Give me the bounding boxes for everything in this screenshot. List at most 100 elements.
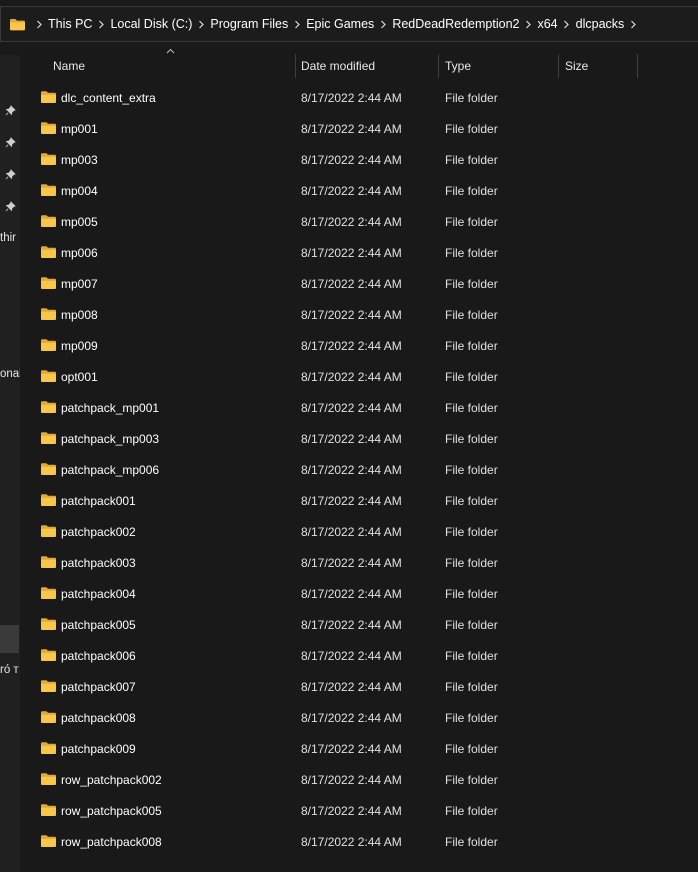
file-row[interactable]: mp007 8/17/2022 2:44 AM File folder	[20, 268, 698, 299]
file-row[interactable]: mp001 8/17/2022 2:44 AM File folder	[20, 113, 698, 144]
file-explorer-window: This PC Local Disk (C:) Program Files Ep…	[0, 0, 698, 872]
file-type: File folder	[445, 494, 498, 508]
navigation-pane[interactable]: thir onal ró т	[0, 55, 20, 872]
column-header-size[interactable]: Size	[565, 59, 588, 73]
file-date-modified: 8/17/2022 2:44 AM	[301, 494, 402, 508]
breadcrumb-reddeadredemption2[interactable]: RedDeadRedemption2	[392, 17, 519, 31]
file-name: mp004	[61, 184, 98, 198]
file-row[interactable]: patchpack001 8/17/2022 2:44 AM File fold…	[20, 485, 698, 516]
folder-icon	[41, 215, 56, 227]
file-row[interactable]: patchpack009 8/17/2022 2:44 AM File fold…	[20, 733, 698, 764]
file-row[interactable]: row_patchpack002 8/17/2022 2:44 AM File …	[20, 764, 698, 795]
file-name: patchpack_mp001	[61, 401, 160, 415]
file-date-modified: 8/17/2022 2:44 AM	[301, 122, 402, 136]
column-header-date-modified[interactable]: Date modified	[301, 59, 375, 73]
file-row[interactable]: patchpack_mp001 8/17/2022 2:44 AM File f…	[20, 392, 698, 423]
file-name: patchpack003	[61, 556, 136, 570]
address-bar[interactable]: This PC Local Disk (C:) Program Files Ep…	[0, 6, 698, 42]
file-name: patchpack_mp003	[61, 432, 160, 446]
file-row[interactable]: patchpack002 8/17/2022 2:44 AM File fold…	[20, 516, 698, 547]
file-type: File folder	[445, 401, 498, 415]
column-header-type[interactable]: Type	[445, 59, 471, 73]
breadcrumb-program-files[interactable]: Program Files	[210, 17, 288, 31]
file-row[interactable]: patchpack004 8/17/2022 2:44 AM File fold…	[20, 578, 698, 609]
nav-item-fragment[interactable]: onal	[0, 368, 20, 380]
file-row[interactable]: row_patchpack005 8/17/2022 2:44 AM File …	[20, 795, 698, 826]
nav-item-fragment[interactable]: thir	[0, 232, 16, 244]
file-type: File folder	[445, 649, 498, 663]
pin-icon[interactable]	[5, 201, 16, 212]
file-row[interactable]: patchpack003 8/17/2022 2:44 AM File fold…	[20, 547, 698, 578]
breadcrumb-x64[interactable]: x64	[537, 17, 557, 31]
chevron-right-icon[interactable]	[558, 18, 576, 30]
file-row[interactable]: patchpack008 8/17/2022 2:44 AM File fold…	[20, 702, 698, 733]
file-date-modified: 8/17/2022 2:44 AM	[301, 339, 402, 353]
folder-icon	[41, 339, 56, 351]
file-row[interactable]: dlc_content_extra 8/17/2022 2:44 AM File…	[20, 82, 698, 113]
file-date-modified: 8/17/2022 2:44 AM	[301, 432, 402, 446]
folder-icon	[41, 184, 56, 196]
folder-icon	[41, 91, 56, 103]
file-row[interactable]: patchpack006 8/17/2022 2:44 AM File fold…	[20, 640, 698, 671]
breadcrumb-local-disk[interactable]: Local Disk (C:)	[110, 17, 192, 31]
file-row[interactable]: mp008 8/17/2022 2:44 AM File folder	[20, 299, 698, 330]
file-type: File folder	[445, 463, 498, 477]
column-divider[interactable]	[558, 54, 559, 78]
file-row[interactable]: row_patchpack008 8/17/2022 2:44 AM File …	[20, 826, 698, 857]
file-name: dlc_content_extra	[61, 91, 156, 105]
file-date-modified: 8/17/2022 2:44 AM	[301, 401, 402, 415]
column-header-name[interactable]: Name	[53, 59, 85, 73]
chevron-right-icon[interactable]	[624, 18, 642, 30]
file-name: patchpack004	[61, 587, 136, 601]
file-date-modified: 8/17/2022 2:44 AM	[301, 711, 402, 725]
file-date-modified: 8/17/2022 2:44 AM	[301, 649, 402, 663]
file-row[interactable]: opt001 8/17/2022 2:44 AM File folder	[20, 361, 698, 392]
chevron-right-icon[interactable]	[519, 18, 537, 30]
file-name: opt001	[61, 370, 98, 384]
file-row[interactable]: patchpack007 8/17/2022 2:44 AM File fold…	[20, 671, 698, 702]
breadcrumb-dlcpacks[interactable]: dlcpacks	[576, 17, 625, 31]
folder-icon	[41, 711, 56, 723]
nav-item-fragment[interactable]: ró т	[0, 664, 19, 676]
column-divider[interactable]	[637, 54, 638, 78]
file-date-modified: 8/17/2022 2:44 AM	[301, 153, 402, 167]
file-date-modified: 8/17/2022 2:44 AM	[301, 246, 402, 260]
file-type: File folder	[445, 246, 498, 260]
file-name: patchpack_mp006	[61, 463, 160, 477]
chevron-right-icon[interactable]	[30, 18, 48, 30]
chevron-right-icon[interactable]	[374, 18, 392, 30]
nav-item-selected[interactable]	[0, 625, 19, 653]
pin-icon[interactable]	[5, 169, 16, 180]
file-type: File folder	[445, 525, 498, 539]
file-date-modified: 8/17/2022 2:44 AM	[301, 215, 402, 229]
file-row[interactable]: patchpack005 8/17/2022 2:44 AM File fold…	[20, 609, 698, 640]
breadcrumb-this-pc[interactable]: This PC	[48, 17, 92, 31]
breadcrumb-epic-games[interactable]: Epic Games	[306, 17, 374, 31]
file-name: mp003	[61, 153, 98, 167]
file-row[interactable]: mp009 8/17/2022 2:44 AM File folder	[20, 330, 698, 361]
file-type: File folder	[445, 308, 498, 322]
file-row[interactable]: mp003 8/17/2022 2:44 AM File folder	[20, 144, 698, 175]
pin-icon[interactable]	[5, 137, 16, 148]
folder-icon	[41, 277, 56, 289]
file-row[interactable]: mp004 8/17/2022 2:44 AM File folder	[20, 175, 698, 206]
column-divider[interactable]	[295, 54, 296, 78]
file-type: File folder	[445, 742, 498, 756]
chevron-right-icon[interactable]	[288, 18, 306, 30]
file-row[interactable]: mp005 8/17/2022 2:44 AM File folder	[20, 206, 698, 237]
folder-icon	[41, 401, 56, 413]
file-row[interactable]: mp006 8/17/2022 2:44 AM File folder	[20, 237, 698, 268]
folder-icon	[41, 742, 56, 754]
folder-icon	[41, 370, 56, 382]
file-type: File folder	[445, 153, 498, 167]
chevron-right-icon[interactable]	[92, 18, 110, 30]
file-name: mp006	[61, 246, 98, 260]
chevron-right-icon[interactable]	[192, 18, 210, 30]
column-divider[interactable]	[438, 54, 439, 78]
folder-icon	[41, 835, 56, 847]
file-date-modified: 8/17/2022 2:44 AM	[301, 556, 402, 570]
pin-icon[interactable]	[5, 105, 16, 116]
file-name: patchpack008	[61, 711, 136, 725]
file-row[interactable]: patchpack_mp006 8/17/2022 2:44 AM File f…	[20, 454, 698, 485]
file-row[interactable]: patchpack_mp003 8/17/2022 2:44 AM File f…	[20, 423, 698, 454]
